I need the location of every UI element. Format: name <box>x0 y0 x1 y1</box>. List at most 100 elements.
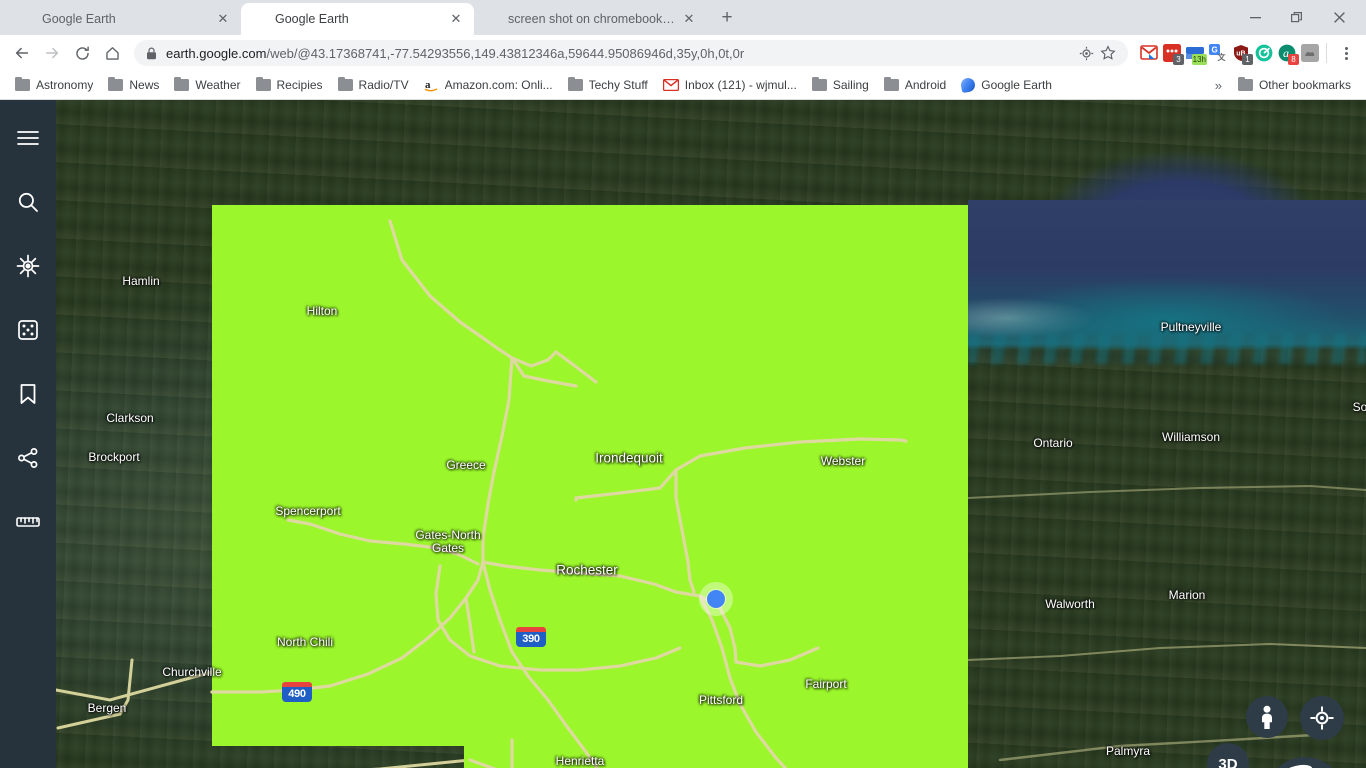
highway-shield: 390 <box>516 627 546 647</box>
tab-title: screen shot on chromebook - Go <box>508 12 675 26</box>
map-label: Pultneyville <box>1160 320 1222 334</box>
home-button[interactable] <box>98 39 126 67</box>
window-controls <box>1234 0 1366 35</box>
bookmark-news[interactable]: News <box>101 75 166 95</box>
extension-badge: 3 <box>1173 54 1184 65</box>
map-label: Rochester <box>556 562 618 578</box>
folder-icon <box>15 76 30 91</box>
bookmark-amazon[interactable]: a Amazon.com: Onli... <box>417 75 560 95</box>
address-bar[interactable]: earth.google.com/web/@43.17368741,-77.54… <box>134 40 1128 66</box>
bookmark-label: Google Earth <box>981 78 1052 92</box>
bookmark-label: Other bookmarks <box>1258 78 1351 92</box>
bookmark-label: Weather <box>195 78 241 92</box>
minimize-button[interactable] <box>1234 2 1276 34</box>
folder-icon <box>337 76 353 91</box>
render-glitch-overlay-lower <box>464 745 968 768</box>
map-label: Williamson <box>1161 430 1221 444</box>
close-icon[interactable]: ✕ <box>215 11 231 27</box>
bookmark-label: Sailing <box>832 78 869 92</box>
bookmark-label: Amazon.com: Onli... <box>444 78 553 92</box>
map-label: Bergen <box>87 701 127 715</box>
url-path: /web/@43.17368741,-77.54293556,149.43812… <box>266 45 745 61</box>
maximize-restore-button[interactable] <box>1276 2 1318 34</box>
bookmark-star-icon[interactable] <box>1100 45 1116 61</box>
close-icon[interactable]: ✕ <box>448 11 464 27</box>
extension-badge: 1 <box>1242 54 1253 65</box>
bookmark-label: Android <box>904 78 947 92</box>
folder-icon <box>883 76 899 91</box>
close-window-button[interactable] <box>1318 2 1360 34</box>
location-target-icon[interactable] <box>1079 46 1094 61</box>
bookmark-techy-stuff[interactable]: Techy Stuff <box>561 75 655 95</box>
map-label: North Chili <box>276 635 334 649</box>
map-label: Clarkson <box>106 411 154 425</box>
gmail-checker-extension[interactable] <box>1140 44 1158 62</box>
map-label: So <box>1352 400 1366 414</box>
grammarly-extension[interactable] <box>1255 44 1273 62</box>
highway-number: 390 <box>516 632 546 647</box>
close-icon[interactable]: ✕ <box>681 11 697 27</box>
map-label: Henrietta <box>555 754 605 768</box>
momentum-extension[interactable]: 13h <box>1186 44 1207 65</box>
map-label: Palmyra <box>1105 744 1151 758</box>
map-label: Pittsford <box>698 693 744 707</box>
tab-title: Google Earth <box>275 12 349 26</box>
url-host: earth.google.com <box>166 45 267 61</box>
bookmark-astronomy[interactable]: Astronomy <box>8 75 100 95</box>
bookmark-label: News <box>129 78 160 92</box>
bookmark-sailing[interactable]: Sailing <box>805 75 876 95</box>
bookmark-google-earth[interactable]: Google Earth <box>954 75 1059 95</box>
forward-button[interactable] <box>38 39 66 67</box>
map-label: Hamlin <box>122 274 160 288</box>
ruler-icon[interactable] <box>8 502 48 542</box>
google-icon <box>484 11 500 27</box>
reload-button[interactable] <box>68 39 96 67</box>
bookmark-android[interactable]: Android <box>877 75 953 95</box>
folder-icon <box>174 76 190 91</box>
menu-icon[interactable] <box>8 118 48 158</box>
bookmark-icon[interactable] <box>8 374 48 414</box>
bookmarks-overflow-button[interactable]: » <box>1207 78 1230 93</box>
map-label: Walworth <box>1045 597 1095 611</box>
folder-icon <box>108 76 124 91</box>
bookmark-inbox-gmail[interactable]: Inbox (121) - wjmul... <box>656 75 804 95</box>
ublock-origin-extension[interactable]: uB 1 <box>1232 44 1253 65</box>
location-marker[interactable] <box>699 582 733 616</box>
browser-tab[interactable]: screen shot on chromebook - Go ✕ <box>474 3 707 35</box>
other-bookmarks-folder[interactable]: Other bookmarks <box>1231 75 1358 95</box>
highway-shield: 490 <box>282 682 312 702</box>
bookmark-label: Astronomy <box>36 78 94 92</box>
extension-badge: 8 <box>1288 54 1299 65</box>
bookmark-recipies[interactable]: Recipies <box>249 75 330 95</box>
map-label: Brockport <box>88 450 140 464</box>
map-label: Spencerport <box>275 504 341 518</box>
bookmark-label: Radio/TV <box>358 78 409 92</box>
camelcamelcamel-extension[interactable] <box>1301 44 1319 62</box>
feeling-lucky-dice-icon[interactable] <box>8 310 48 350</box>
google-translate-extension[interactable]: G文 <box>1209 44 1227 62</box>
folder-icon <box>811 76 827 91</box>
bookmark-label: Techy Stuff <box>588 78 648 92</box>
folder-icon <box>255 76 271 91</box>
street-view-pegman-icon[interactable] <box>1246 696 1288 738</box>
share-icon[interactable] <box>8 438 48 478</box>
google-earth-icon <box>251 11 267 27</box>
google-earth-map[interactable]: Hamlin Hilton Pultneyville Clarkson Ontario W… <box>0 100 1366 768</box>
tab-title: Google Earth <box>42 12 116 26</box>
tab-strip: Google Earth ✕ Google Earth ✕ screen sho… <box>0 0 1366 35</box>
browser-tab[interactable]: Google Earth ✕ <box>8 3 241 35</box>
red-dots-extension[interactable]: 3 <box>1163 44 1184 65</box>
my-location-icon[interactable] <box>1300 696 1344 740</box>
browser-tab-active[interactable]: Google Earth ✕ <box>241 3 474 35</box>
chrome-menu-button[interactable] <box>1334 39 1358 67</box>
back-button[interactable] <box>8 39 36 67</box>
voyager-icon[interactable] <box>8 246 48 286</box>
map-label: Fairport <box>805 677 847 691</box>
toolbar-divider <box>1326 43 1327 63</box>
new-tab-button[interactable]: + <box>713 5 741 33</box>
bookmark-radio-tv[interactable]: Radio/TV <box>331 75 416 95</box>
search-icon[interactable] <box>8 182 48 222</box>
bookmark-weather[interactable]: Weather <box>167 75 247 95</box>
bookmarks-bar: Astronomy News Weather Recipies Radio/TV… <box>0 71 1366 100</box>
amazon-assistant-extension[interactable]: a 8 <box>1278 44 1299 65</box>
